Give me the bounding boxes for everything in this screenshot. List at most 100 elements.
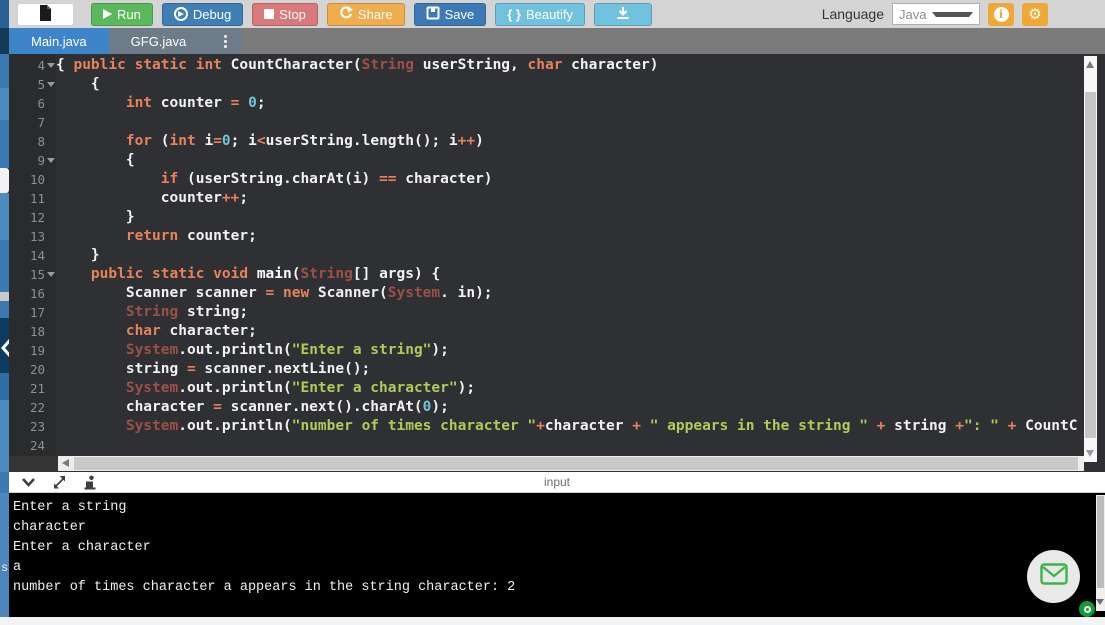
tab-menu-button[interactable] bbox=[208, 28, 242, 54]
tab-bar: Main.java GFG.java bbox=[9, 28, 1105, 54]
share-button-label: Share bbox=[358, 7, 393, 22]
console-line: Enter a character bbox=[13, 538, 1105, 558]
strip-segment bbox=[0, 120, 9, 168]
debug-button[interactable]: Debug bbox=[162, 3, 243, 26]
code-line[interactable] bbox=[56, 436, 1084, 455]
terminal-scroll-thumb[interactable] bbox=[1097, 496, 1104, 588]
ring-icon bbox=[1084, 606, 1091, 613]
tab-main-java[interactable]: Main.java bbox=[9, 28, 109, 54]
input-user-icon[interactable] bbox=[83, 475, 97, 490]
code-line[interactable]: for (int i=0; i<userString.length(); i++… bbox=[56, 132, 1084, 151]
strip-segment bbox=[0, 193, 9, 240]
code-line[interactable]: System.out.println("Enter a string"); bbox=[56, 341, 1084, 360]
stop-square-icon bbox=[264, 9, 274, 19]
scroll-down-arrow-icon[interactable] bbox=[1096, 599, 1104, 605]
gutter-line: 11 bbox=[9, 189, 56, 208]
stop-button[interactable]: Stop bbox=[252, 3, 318, 26]
floppy-icon bbox=[426, 6, 440, 23]
editor-vertical-scrollbar[interactable] bbox=[1084, 56, 1097, 462]
code-line[interactable]: return counter; bbox=[56, 227, 1084, 246]
code-line[interactable]: character = scanner.next().charAt(0); bbox=[56, 398, 1084, 417]
gutter-line: 7 bbox=[9, 113, 56, 132]
fold-caret-icon[interactable] bbox=[47, 272, 55, 277]
chevron-down-icon bbox=[932, 12, 973, 17]
toolbar-right-group: Language Java i ⚙ bbox=[822, 3, 1048, 26]
scroll-left-arrow-icon[interactable] bbox=[62, 459, 69, 467]
play-circle-icon bbox=[174, 7, 188, 21]
vertical-scroll-thumb[interactable] bbox=[1085, 92, 1096, 438]
share-arrow-icon bbox=[339, 6, 353, 23]
console-terminal[interactable]: Enter a stringcharacterEnter a character… bbox=[9, 493, 1105, 617]
code-line[interactable]: } bbox=[56, 208, 1084, 227]
strip-segment bbox=[0, 493, 9, 617]
code-line[interactable] bbox=[56, 113, 1084, 132]
console-line: number of times character a appears in t… bbox=[13, 578, 1105, 598]
code-line[interactable]: if (userString.charAt(i) == character) bbox=[56, 170, 1084, 189]
gutter-line: 24 bbox=[9, 436, 56, 455]
code-line[interactable]: counter++; bbox=[56, 189, 1084, 208]
code-line[interactable]: System.out.println("Enter a character"); bbox=[56, 379, 1084, 398]
status-badge[interactable] bbox=[1079, 601, 1095, 617]
code-line[interactable]: Scanner scanner = new Scanner(System. in… bbox=[56, 284, 1084, 303]
fold-caret-icon[interactable] bbox=[47, 158, 55, 163]
stop-button-label: Stop bbox=[279, 7, 306, 22]
gear-icon: ⚙ bbox=[1028, 5, 1041, 23]
scroll-down-arrow-icon[interactable] bbox=[1086, 450, 1094, 457]
strip-segment bbox=[0, 54, 9, 88]
gutter-line: 15 bbox=[9, 265, 56, 284]
beautify-button[interactable]: { } Beautify bbox=[495, 3, 585, 26]
language-select[interactable]: Java bbox=[892, 3, 980, 25]
share-button[interactable]: Share bbox=[327, 3, 405, 26]
strip-segment bbox=[0, 88, 9, 120]
console-line: a bbox=[13, 558, 1105, 578]
scroll-up-arrow-icon[interactable] bbox=[1086, 61, 1094, 68]
fold-caret-icon[interactable] bbox=[47, 82, 55, 87]
code-line[interactable]: System.out.println("number of times char… bbox=[56, 417, 1084, 436]
console-panel-label: input bbox=[544, 475, 570, 489]
tab-gfg-java[interactable]: GFG.java bbox=[109, 28, 209, 54]
gutter-line: 14 bbox=[9, 246, 56, 265]
gutter-line: 17 bbox=[9, 303, 56, 322]
tab-label: Main.java bbox=[31, 34, 87, 49]
code-line[interactable]: { public static int CountCharacter(Strin… bbox=[56, 56, 1084, 75]
debug-button-label: Debug bbox=[193, 7, 231, 22]
terminal-scrollbar[interactable] bbox=[1096, 495, 1105, 611]
left-sidebar-strip: s bbox=[0, 0, 9, 625]
code-line[interactable]: { bbox=[56, 75, 1084, 94]
download-button[interactable] bbox=[594, 3, 652, 26]
strip-segment bbox=[0, 168, 9, 193]
gutter-line: 20 bbox=[9, 360, 56, 379]
strip-segment bbox=[0, 373, 9, 400]
save-button[interactable]: Save bbox=[414, 3, 487, 26]
run-button-label: Run bbox=[117, 7, 141, 22]
gutter-line: 16 bbox=[9, 284, 56, 303]
editor-horizontal-scrollbar[interactable] bbox=[58, 456, 1084, 471]
expand-diagonal-icon[interactable] bbox=[52, 475, 67, 490]
tab-label: GFG.java bbox=[131, 34, 187, 49]
bottom-strip bbox=[0, 617, 1105, 625]
editor-gutter: 456789101112131415161718192021222324 bbox=[9, 56, 56, 455]
horizontal-scroll-thumb[interactable] bbox=[74, 457, 1078, 470]
code-line[interactable]: } bbox=[56, 246, 1084, 265]
code-line[interactable]: public static void main(String[] args) { bbox=[56, 265, 1084, 284]
editor-code[interactable]: { public static int CountCharacter(Strin… bbox=[56, 56, 1084, 455]
scrollbar-corner-filler bbox=[9, 456, 58, 472]
settings-button[interactable]: ⚙ bbox=[1022, 3, 1048, 26]
run-button[interactable]: Run bbox=[91, 3, 153, 26]
chevron-left-icon[interactable] bbox=[0, 334, 9, 362]
gutter-line: 18 bbox=[9, 322, 56, 341]
feedback-button[interactable] bbox=[1027, 550, 1080, 603]
gutter-line: 21 bbox=[9, 379, 56, 398]
code-line[interactable]: { bbox=[56, 151, 1084, 170]
fold-caret-icon[interactable] bbox=[47, 63, 55, 68]
code-line[interactable]: String string; bbox=[56, 303, 1084, 322]
new-file-button[interactable] bbox=[17, 3, 74, 26]
chevron-down-icon[interactable] bbox=[21, 476, 36, 488]
info-button[interactable]: i bbox=[988, 3, 1014, 26]
code-line[interactable]: char character; bbox=[56, 322, 1084, 341]
console-output: Enter a stringcharacterEnter a character… bbox=[9, 493, 1105, 598]
code-line[interactable]: string = scanner.nextLine(); bbox=[56, 360, 1084, 379]
code-line[interactable]: int counter = 0; bbox=[56, 94, 1084, 113]
gutter-line: 9 bbox=[9, 151, 56, 170]
ide-window: s Run Debug Stop Share bbox=[0, 0, 1105, 625]
